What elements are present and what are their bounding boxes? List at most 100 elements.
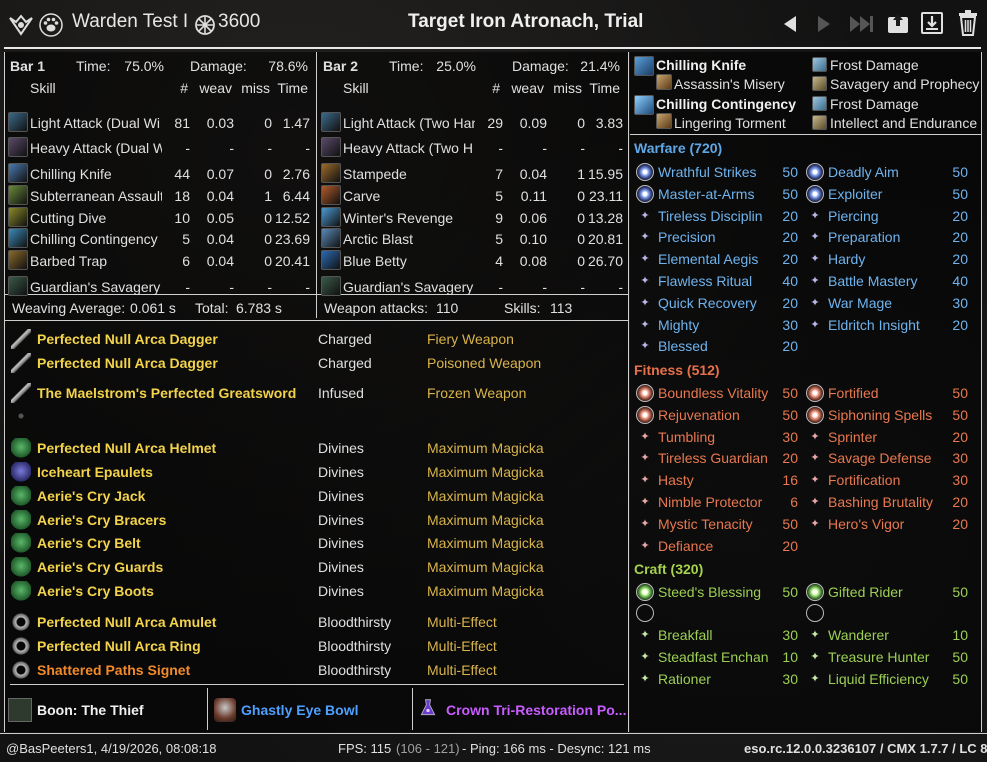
skill-weave: 0.05: [206, 210, 234, 226]
passive-star-icon: ✦: [810, 651, 820, 663]
gear-name: Perfected Null Arca Helmet: [37, 440, 217, 456]
frost-damage-icon: [812, 96, 827, 111]
passive-star-icon: ✦: [640, 474, 650, 487]
gear-enchant: Maximum Magicka: [427, 488, 544, 504]
cp-skill-value: 20: [782, 207, 798, 224]
empty-slot-icon: [11, 406, 31, 426]
cp-skill-value: 30: [952, 294, 968, 311]
previous-fight-button[interactable]: [780, 14, 800, 34]
passive-star-icon: ✦: [640, 318, 650, 331]
craft-heading: Craft (320): [634, 561, 704, 577]
gear-name: Perfected Null Arca Ring: [37, 638, 201, 654]
empty-star-slot-icon: [806, 604, 824, 622]
cp-skill-name: Hardy: [828, 251, 866, 268]
gear-enchant: Maximum Magicka: [427, 440, 544, 456]
gear-name: Aerie's Cry Guards: [37, 559, 164, 575]
bar2-col-weav: weav: [511, 80, 544, 96]
next-fight-button[interactable]: [814, 14, 834, 34]
cp-skill-value: 50: [952, 185, 968, 202]
save-icon[interactable]: [920, 11, 944, 35]
boon-label: Boon: The Thief: [37, 702, 144, 718]
cp-skill-name: Siphoning Spells: [828, 406, 933, 423]
scribed-skill-1-affix-1: Frost Damage: [830, 57, 919, 73]
belt-icon: [11, 533, 31, 553]
skill-miss: 0: [264, 115, 272, 131]
skill-miss: 0: [577, 188, 585, 204]
shoulders-icon: [11, 462, 31, 482]
cp-skill-name: Sprinter: [828, 428, 878, 445]
delete-icon[interactable]: [956, 10, 980, 36]
status-user-timestamp: @BasPeeters1, 4/19/2026, 08:08:18: [6, 741, 217, 756]
skill-count: 44: [174, 166, 190, 182]
skill-miss: 1: [264, 188, 272, 204]
skill-name: Heavy Attack (Two H: [343, 140, 473, 156]
scribed-skill-1: Chilling Knife: [656, 57, 747, 73]
skill-miss: 0: [264, 253, 272, 269]
bar2-col-skill: Skill: [343, 80, 369, 96]
gear-enchant: Multi-Effect: [427, 614, 497, 630]
skill-weave: -: [229, 279, 234, 295]
slotted-star-icon: [636, 405, 654, 424]
passive-star-icon: ✦: [640, 673, 650, 685]
greatsword-icon: [11, 383, 31, 403]
skill-name: Light Attack (Dual Wi: [30, 115, 160, 131]
passive-star-icon: ✦: [640, 517, 650, 530]
cp-skill-value: 30: [782, 627, 798, 643]
cp-skill-value: 20: [952, 316, 968, 333]
title-bar: Warden Test I 3600 Target Iron Atronach,…: [0, 0, 987, 50]
skill-time: 6.44: [282, 188, 310, 204]
skill-icon: [8, 185, 28, 205]
skill-icon: [8, 163, 28, 183]
cp-skill-value: 30: [782, 316, 798, 333]
boots-icon: [11, 581, 31, 601]
cp-skill-value: 30: [952, 450, 968, 467]
skill-time: -: [305, 140, 310, 156]
gear-trait: Divines: [318, 583, 364, 599]
skill-count: -: [185, 279, 190, 295]
player-name: Warden Test I: [72, 11, 189, 32]
skill-count: 18: [174, 188, 190, 204]
cp-skill-value: 20: [782, 537, 798, 554]
bar1-col-time: Time: [277, 80, 308, 96]
last-fight-button[interactable]: [848, 14, 874, 34]
total-label: Total:: [195, 300, 229, 316]
skill-weave: 0.07: [206, 166, 234, 182]
gear-name: Perfected Null Arca Dagger: [37, 331, 218, 347]
skill-icon: [321, 185, 341, 205]
paw-print-icon: [39, 13, 63, 37]
gear-trait: Charged: [318, 355, 372, 371]
upload-icon[interactable]: [886, 11, 910, 35]
bar1-time-label: Time:: [76, 58, 111, 74]
bar1-col-skill: Skill: [30, 80, 56, 96]
skill-name: Blue Betty: [343, 253, 407, 269]
skill-time: 23.11: [589, 188, 623, 204]
bar1-damage-label: Damage:: [190, 58, 247, 74]
assassins-misery-icon: [656, 74, 672, 90]
skill-time: -: [305, 279, 310, 295]
cp-skill-name: Treasure Hunter: [828, 649, 930, 665]
passive-star-icon: ✦: [640, 452, 650, 465]
skill-weave: 0.04: [519, 166, 547, 182]
skill-weave: -: [542, 279, 547, 295]
cp-skill-value: 20: [782, 229, 798, 246]
passive-star-icon: ✦: [810, 629, 820, 641]
cp-skill-name: Tireless Disciplin: [658, 207, 763, 224]
gear-name: Iceheart Epaulets: [37, 464, 153, 480]
gear-enchant: Poisoned Weapon: [427, 355, 542, 371]
skill-name: Subterranean Assault: [30, 188, 162, 204]
passive-star-icon: ✦: [810, 430, 820, 443]
passive-star-icon: ✦: [810, 452, 820, 465]
gear-trait: Divines: [318, 535, 364, 551]
food-bowl-icon: [214, 698, 236, 722]
cp-skill-value: 50: [782, 515, 798, 532]
cp-skill-name: Master-at-Arms: [658, 185, 755, 202]
skill-name: Heavy Attack (Dual W: [30, 140, 162, 156]
passive-star-icon: ✦: [640, 629, 650, 641]
gear-enchant: Maximum Magicka: [427, 535, 544, 551]
skill-name: Chilling Knife: [30, 166, 112, 182]
weaving-average-value: 0.061 s: [130, 300, 176, 316]
skill-time: 12.52: [274, 210, 310, 226]
skill-name: Barbed Trap: [30, 253, 108, 269]
passive-star-icon: ✦: [810, 209, 820, 222]
cp-skill-name: Hero's Vigor: [828, 515, 905, 532]
